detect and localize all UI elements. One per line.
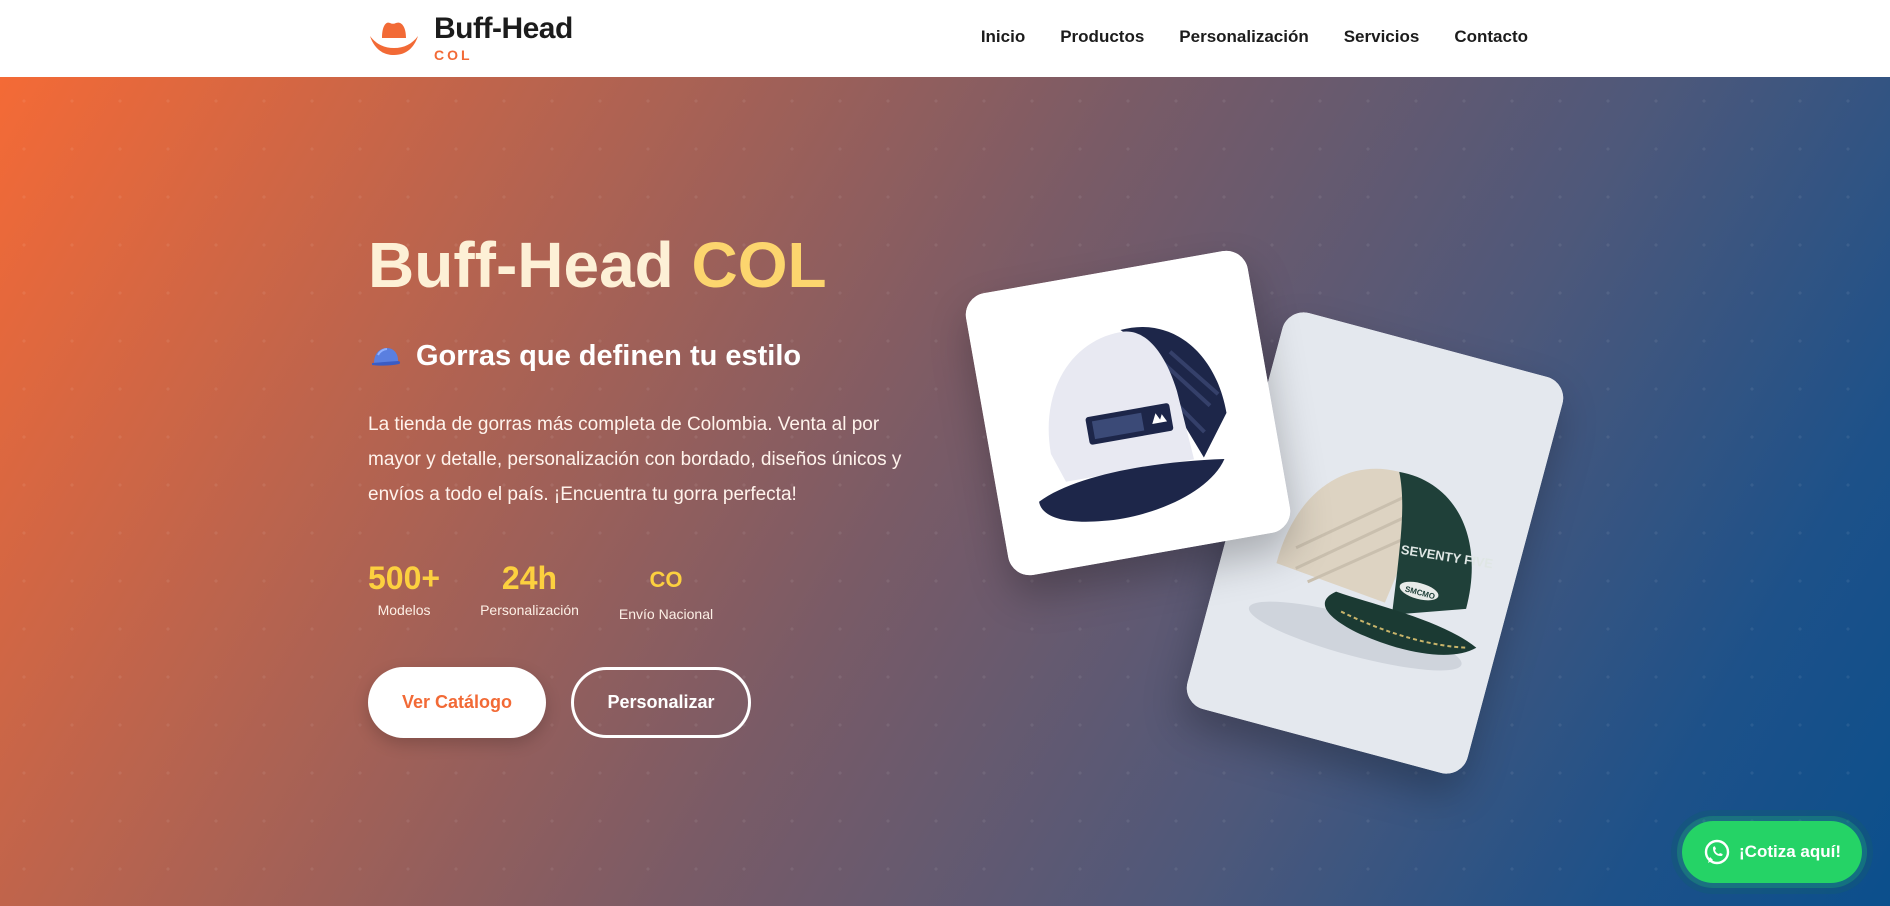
nav-contacto[interactable]: Contacto: [1454, 27, 1528, 47]
hero-title: Buff-Head COL: [368, 227, 827, 303]
trucker-cap-navy-white: [962, 247, 1294, 579]
stat-value: 24h: [501, 560, 558, 596]
stat-value: 500+: [368, 560, 441, 596]
site-header: Buff-Head COL Inicio Productos Personali…: [0, 0, 1890, 77]
hero-section: Buff-Head COL Gorras que definen tu esti…: [0, 77, 1890, 906]
nav-inicio[interactable]: Inicio: [981, 27, 1025, 47]
stat-label: Modelos: [377, 602, 431, 618]
cowboy-hat-icon: [370, 22, 418, 55]
nav-personalizacion[interactable]: Personalización: [1179, 27, 1308, 47]
whatsapp-label: ¡Cotiza aquí!: [1739, 842, 1841, 861]
stat-models: 500+ Modelos: [368, 558, 440, 622]
hero-subtitle-text: Gorras que definen tu estilo: [416, 340, 802, 372]
stat-value: CO: [649, 567, 683, 592]
nav-productos[interactable]: Productos: [1060, 27, 1144, 47]
stat-customization: 24h Personalización: [480, 558, 579, 622]
nav-servicios[interactable]: Servicios: [1344, 27, 1420, 47]
brand-logo[interactable]: Buff-Head COL: [368, 14, 573, 62]
hero-stats: 500+ Modelos 24h Personalización CO Enví…: [368, 558, 753, 622]
cap-icon: [372, 347, 401, 366]
main-nav: Inicio Productos Personalización Servici…: [981, 27, 1528, 47]
stat-label: Personalización: [480, 602, 579, 618]
brand-name: Buff-Head: [434, 12, 573, 45]
stat-label: Envío Nacional: [618, 606, 714, 622]
view-catalog-button[interactable]: Ver Catálogo: [368, 667, 546, 738]
whatsapp-quote-button[interactable]: ¡Cotiza aquí!: [1677, 816, 1867, 888]
hero-subtitle: Gorras que definen tu estilo: [370, 340, 801, 373]
hero-title-highlight: COL: [691, 229, 827, 301]
hero-description: La tienda de gorras más completa de Colo…: [368, 414, 902, 505]
hero-title-main: Buff-Head: [368, 229, 674, 301]
customize-button[interactable]: Personalizar: [571, 667, 751, 738]
stat-shipping: CO Envío Nacional: [619, 558, 713, 622]
whatsapp-icon: [1704, 839, 1730, 865]
product-card-navy-cap[interactable]: [962, 247, 1294, 579]
brand-sub: COL: [434, 47, 473, 63]
dot-pattern-background: [0, 77, 1890, 906]
